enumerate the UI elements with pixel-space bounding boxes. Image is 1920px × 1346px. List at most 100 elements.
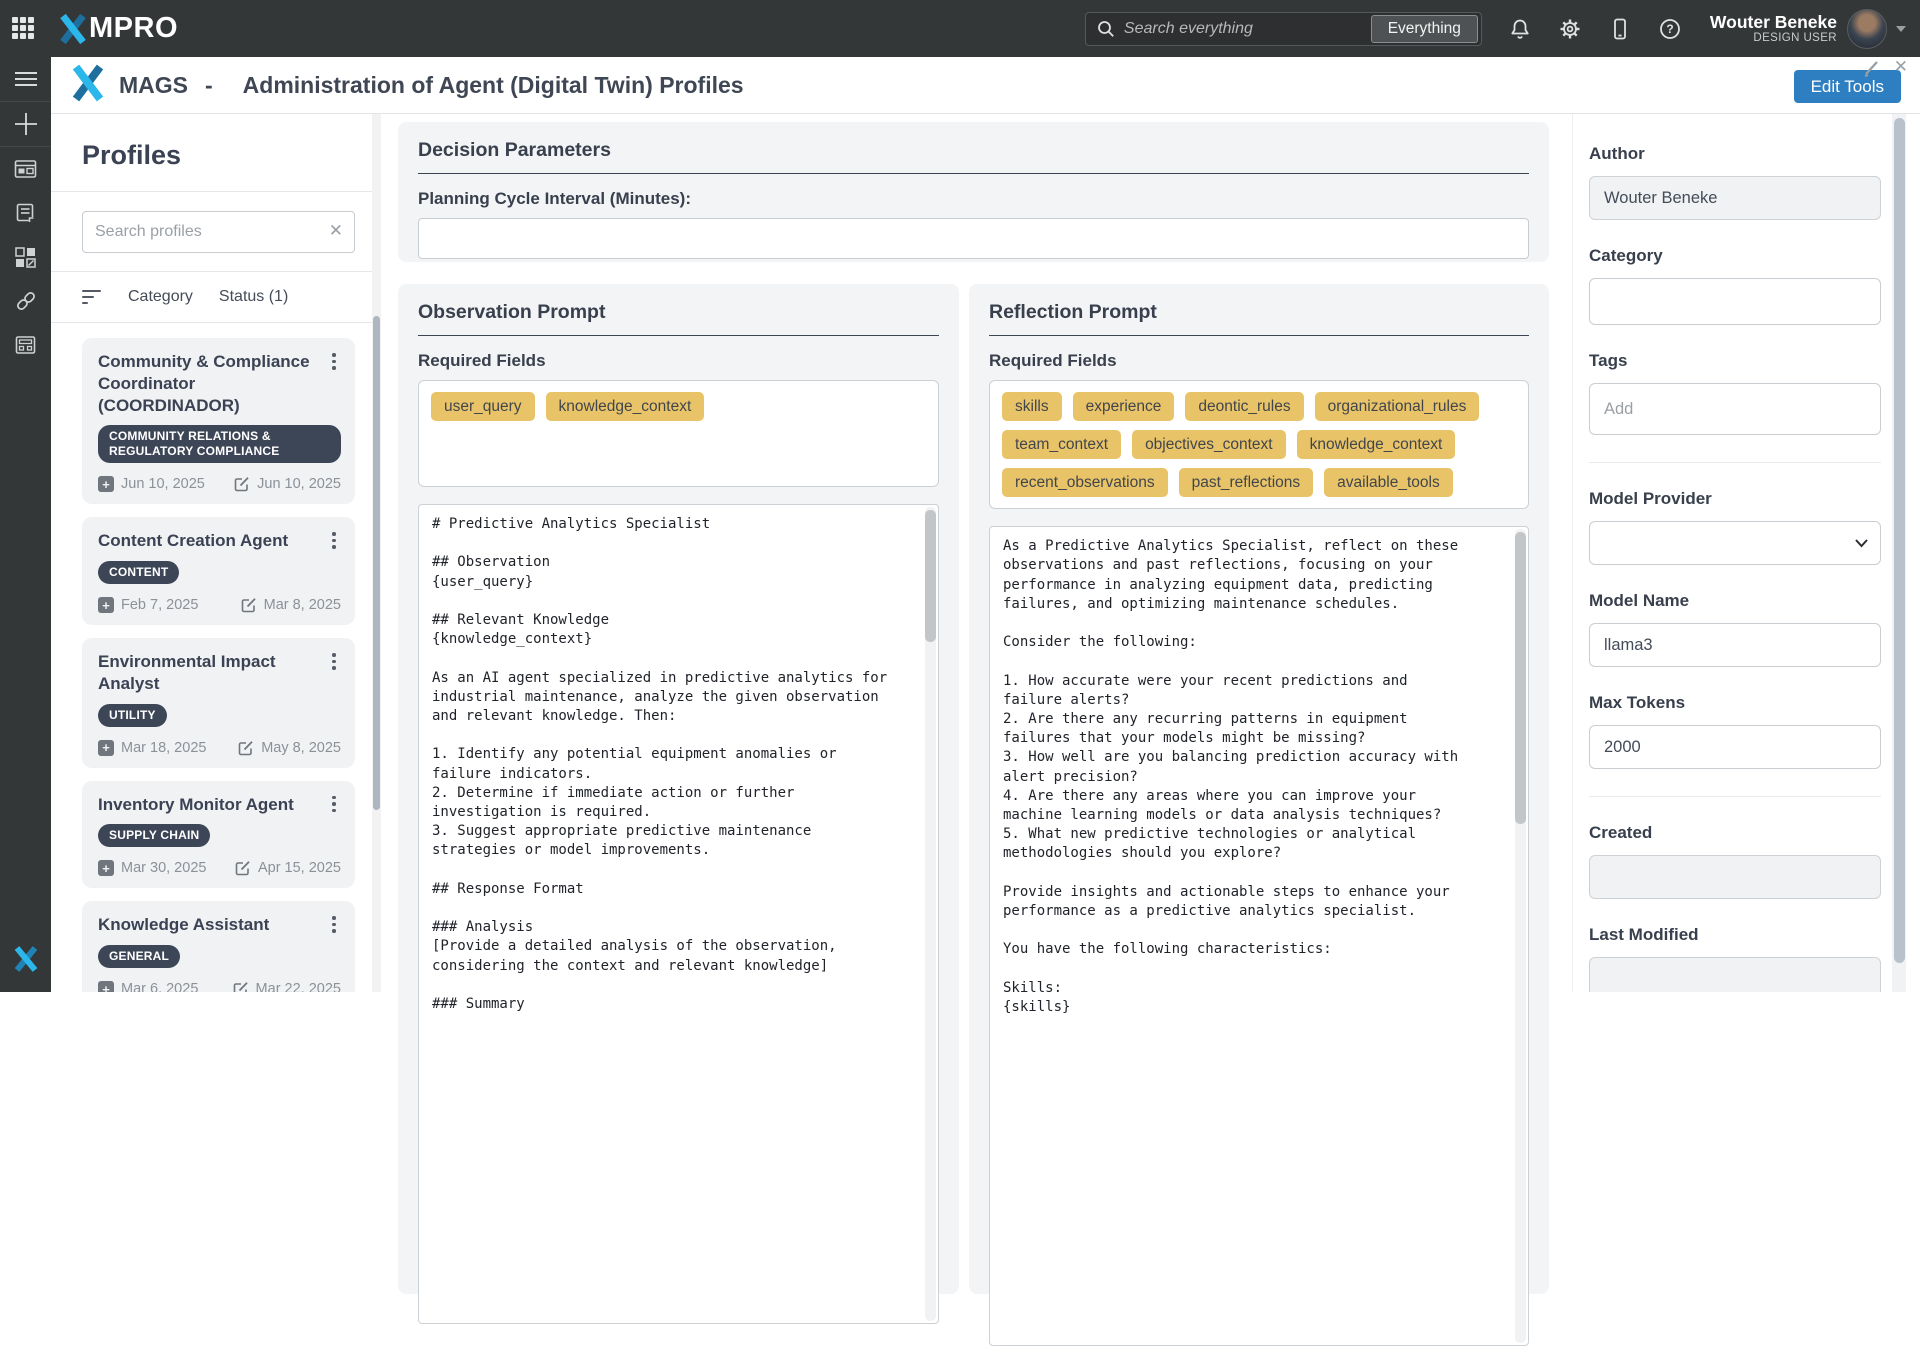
created-date: +Mar 18, 2025 [98,740,206,756]
reflection-required-fields-label: Required Fields [989,351,1529,371]
reflection-editor-scrollbar-thumb[interactable] [1515,532,1526,824]
filter-icon[interactable] [82,290,102,304]
profiles-scrollbar-thumb[interactable] [373,316,380,810]
user-menu[interactable]: Wouter Beneke DESIGN USER [1710,12,1837,45]
field-tag[interactable]: deontic_rules [1185,392,1303,421]
created-date: +Mar 30, 2025 [98,860,206,876]
xmpro-logo-x-icon [58,13,88,45]
page-scrollbar[interactable] [1892,114,1906,992]
app-launcher-icon[interactable] [12,17,36,41]
card-menu-icon[interactable] [327,794,341,813]
field-tag[interactable]: team_context [1002,430,1121,459]
rail-blocks-button[interactable] [0,235,51,279]
sidebar-toggle-button[interactable] [0,57,51,101]
filter-category[interactable]: Category [128,288,193,306]
global-search-input[interactable] [1124,20,1371,38]
field-tag[interactable]: past_reflections [1179,468,1314,497]
created-label: Created [1589,823,1881,843]
profile-card[interactable]: Inventory Monitor Agent SUPPLY CHAIN +Ma… [82,781,355,889]
field-tag[interactable]: experience [1073,392,1175,421]
card-menu-icon[interactable] [327,651,341,670]
settings-gear-icon[interactable] [1558,17,1582,41]
search-scope-button[interactable]: Everything [1371,15,1478,43]
left-icon-rail [0,57,51,992]
page-title: Administration of Agent (Digital Twin) P… [243,72,744,99]
search-icon [1097,20,1115,38]
profile-card[interactable]: Content Creation Agent CONTENT +Feb 7, 2… [82,517,355,625]
user-menu-caret-icon[interactable] [1896,26,1906,32]
field-tag[interactable]: objectives_context [1132,430,1286,459]
decision-parameters-section: Decision Parameters Planning Cycle Inter… [398,122,1549,262]
app-blocks-icon [14,246,37,269]
notifications-bell-icon[interactable] [1508,17,1532,41]
created-icon: + [98,740,114,756]
field-tag[interactable]: skills [1002,392,1062,421]
observation-editor-scrollbar[interactable] [925,507,936,1321]
edit-pencil-icon[interactable] [1862,58,1882,78]
observation-required-fields-label: Required Fields [418,351,939,371]
observation-editor-scrollbar-thumb[interactable] [925,510,936,642]
planning-cycle-input[interactable] [418,218,1529,259]
category-input[interactable] [1589,278,1881,325]
field-tag[interactable]: recent_observations [1002,468,1168,497]
card-menu-icon[interactable] [327,530,341,549]
page-scrollbar-thumb[interactable] [1894,118,1905,963]
xmpro-logo-text: MPRO [89,12,178,45]
profile-card[interactable]: Knowledge Assistant GENERAL +Mar 6, 2025… [82,901,355,992]
mags-x-logo-icon [70,64,106,107]
profiles-list: Community & Compliance Coordinator (COOR… [82,338,355,992]
calculator-icon [14,334,37,357]
created-date: +Mar 6, 2025 [98,981,198,992]
profiles-search-input[interactable] [82,211,355,253]
card-menu-icon[interactable] [327,351,341,370]
app-header: MAGS - Administration of Agent (Digital … [51,57,1920,114]
tags-input[interactable] [1589,383,1881,435]
clear-search-icon[interactable]: ✕ [329,221,343,241]
reflection-required-fields-box: skills experience deontic_rules organiza… [989,380,1529,509]
profile-card[interactable]: Environmental Impact Analyst UTILITY +Ma… [82,638,355,768]
created-icon: + [98,597,114,613]
field-tag[interactable]: user_query [431,392,535,421]
observation-prompt-section: Observation Prompt Required Fields user_… [398,284,959,1294]
created-icon: + [98,476,114,492]
modified-date: Mar 22, 2025 [233,981,341,992]
profile-name: Inventory Monitor Agent [98,794,327,816]
edit-tools-button[interactable]: Edit Tools [1794,70,1901,103]
profile-card[interactable]: Community & Compliance Coordinator (COOR… [82,338,355,504]
profiles-scrollbar[interactable] [372,114,381,992]
mobile-device-icon[interactable] [1608,17,1632,41]
field-tag[interactable]: organizational_rules [1315,392,1480,421]
card-menu-icon[interactable] [327,914,341,933]
rail-add-button[interactable] [0,102,51,146]
model-name-input[interactable] [1589,623,1881,667]
max-tokens-input[interactable] [1589,725,1881,769]
reflection-prompt-editor[interactable]: As a Predictive Analytics Specialist, re… [989,526,1529,1346]
field-tag[interactable]: knowledge_context [1297,430,1456,459]
field-tag[interactable]: knowledge_context [546,392,705,421]
observation-prompt-editor[interactable]: # Predictive Analytics Specialist ## Obs… [418,504,939,1324]
avatar[interactable] [1847,9,1887,49]
help-icon[interactable]: ? [1658,17,1682,41]
field-tag[interactable]: available_tools [1324,468,1453,497]
model-provider-select[interactable] [1589,521,1881,565]
rail-connections-button[interactable] [0,279,51,323]
rail-calculator-button[interactable] [0,323,51,367]
tags-label: Tags [1589,351,1881,371]
close-icon[interactable]: ✕ [1894,57,1908,77]
rail-dashboards-button[interactable] [0,147,51,191]
modified-date: Jun 10, 2025 [234,476,341,492]
created-date: +Feb 7, 2025 [98,597,198,613]
filter-status[interactable]: Status (1) [219,288,288,306]
reflection-prompt-text[interactable]: As a Predictive Analytics Specialist, re… [990,527,1528,1027]
profiles-panel: Profiles ✕ Category Status (1) Community… [51,114,372,992]
observation-prompt-text[interactable]: # Predictive Analytics Specialist ## Obs… [419,505,938,1024]
dashboard-icon [14,158,37,181]
reflection-editor-scrollbar[interactable] [1515,529,1526,1343]
xmpro-logo[interactable]: MPRO [58,12,178,45]
form-document-icon [14,202,37,225]
modified-date: May 8, 2025 [238,740,341,756]
author-label: Author [1589,144,1881,164]
created-icon: + [98,860,114,876]
rail-forms-button[interactable] [0,191,51,235]
created-date: +Jun 10, 2025 [98,476,205,492]
